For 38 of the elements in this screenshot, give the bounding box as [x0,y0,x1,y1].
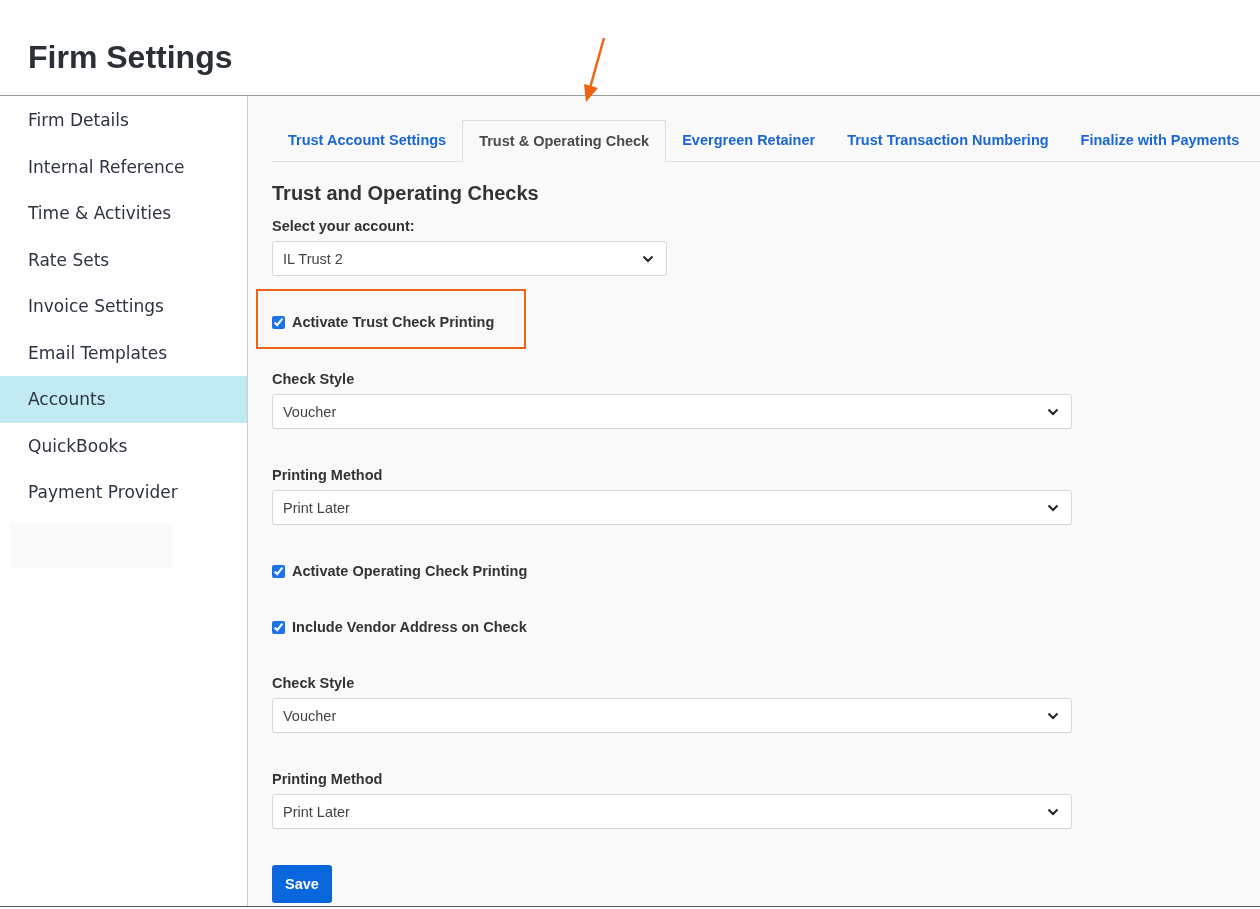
field-label: Select your account: [272,217,416,236]
chevron-down-icon [1047,503,1059,512]
sidebar-item[interactable]: Internal Reference [0,143,247,190]
tab[interactable]: Trust Account Settings [272,120,463,161]
sidebar-item[interactable]: Email Templates [0,329,247,376]
dropdown-field[interactable]: Print Later [272,490,1072,525]
field-label: Printing Method [272,770,384,789]
checkbox-label: Activate Operating Check Printing [292,563,528,579]
chevron-down-icon [1047,807,1059,816]
checkbox[interactable] [272,315,285,329]
chevron-down-icon [1047,407,1059,416]
chevron-down-icon [642,254,654,263]
sidebar-item[interactable]: Payment Provider [0,469,247,516]
dropdown-field[interactable]: Voucher [272,698,1072,733]
tab[interactable]: Finalize with Payments [1064,120,1256,161]
dropdown-field[interactable]: Print Later [272,794,1072,829]
field-label: Printing Method [272,466,384,485]
chevron-down-icon [1047,711,1059,720]
checkbox-label: Include Vendor Address on Check [292,619,527,635]
sidebar-item[interactable]: Accounts [0,376,247,423]
field-label: Check Style [272,674,356,693]
sidebar-item[interactable]: Invoice Settings [0,283,247,330]
save-button[interactable]: Save [272,865,332,903]
tab[interactable]: Evergreen Retainer [666,120,832,161]
field-label: Check Style [272,370,356,389]
checkbox-label: Activate Trust Check Printing [292,314,495,330]
sidebar-item[interactable]: Rate Sets [0,236,247,283]
dropdown-field[interactable]: IL Trust 2 [272,241,667,276]
tab[interactable]: Trust & Operating Check [462,120,667,162]
sidebar-item[interactable]: Firm Details [0,97,247,144]
sidebar-item[interactable]: Time & Activities [0,190,247,237]
dropdown-field[interactable]: Voucher [272,394,1072,429]
sidebar-item[interactable]: QuickBooks [0,422,247,469]
tab[interactable]: Trust Transaction Numbering [831,120,1065,161]
checkbox[interactable] [272,564,285,578]
section-heading: Trust and Operating Checks [272,182,539,205]
checkbox[interactable] [272,620,285,634]
page-title: Firm Settings [28,38,233,76]
